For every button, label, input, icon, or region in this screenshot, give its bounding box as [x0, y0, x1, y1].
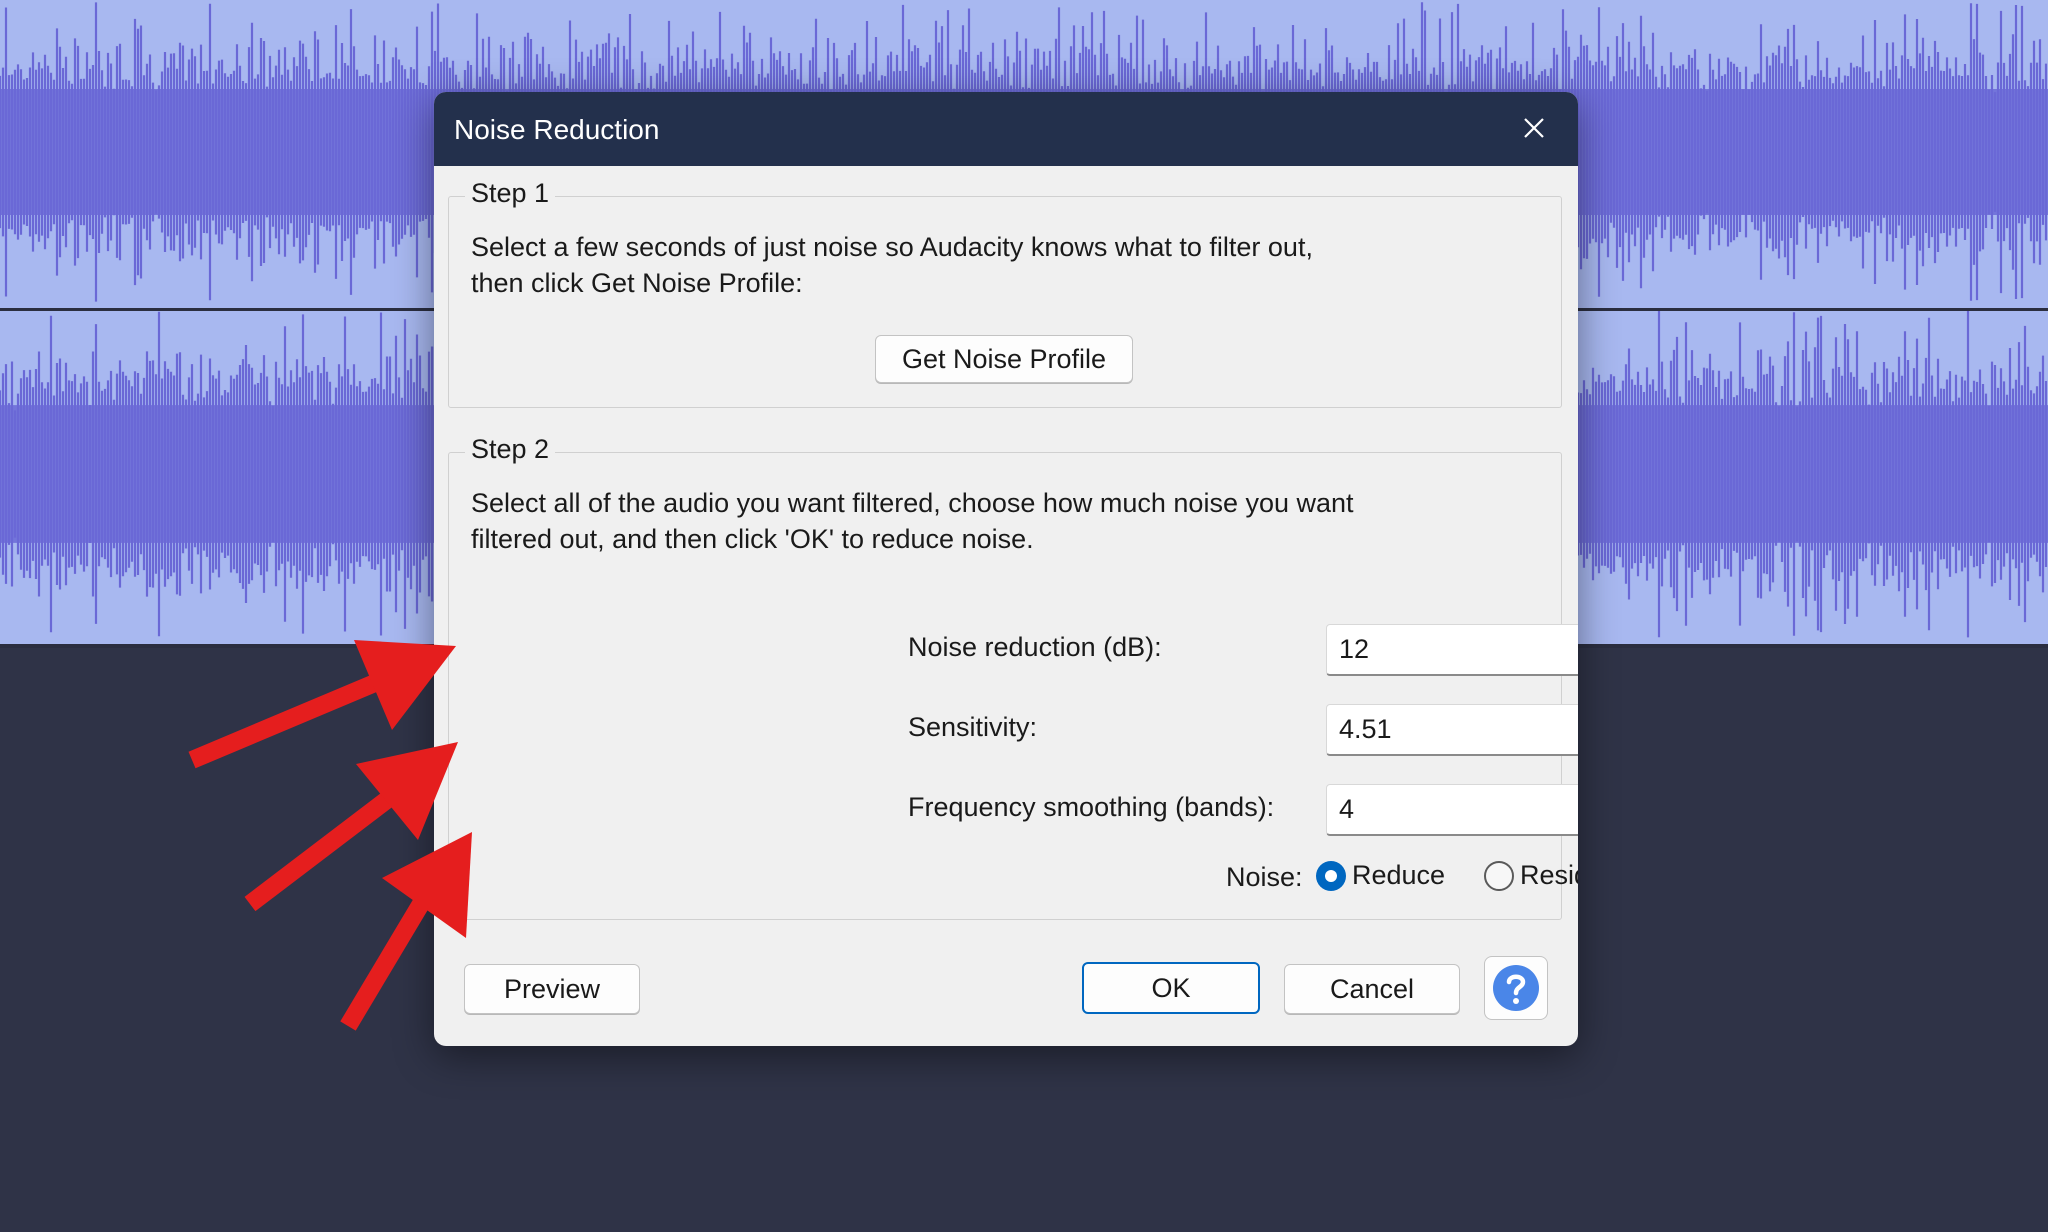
preview-button[interactable]: Preview — [464, 964, 640, 1014]
step2-legend: Step 2 — [465, 434, 556, 465]
cancel-button[interactable]: Cancel — [1284, 964, 1460, 1014]
dialog-title-bar[interactable]: Noise Reduction — [434, 92, 1578, 166]
annotation-arrow — [244, 742, 458, 912]
noise-reduction-label: Noise reduction (dB): — [908, 632, 1162, 662]
ok-button[interactable]: OK — [1082, 962, 1260, 1014]
noise-reduction-input[interactable] — [1326, 624, 1578, 676]
step1-group: Step 1 Select a few seconds of just nois… — [448, 178, 1562, 408]
get-noise-profile-button[interactable]: Get Noise Profile — [875, 335, 1133, 383]
step2-description: Select all of the audio you want filtere… — [471, 488, 1354, 554]
step1-legend: Step 1 — [465, 178, 556, 209]
help-icon — [1493, 965, 1539, 1011]
close-button[interactable] — [1508, 104, 1560, 152]
dialog-title: Noise Reduction — [454, 114, 660, 145]
radio-unselected-indicator — [1484, 860, 1514, 891]
step1-description: Select a few seconds of just noise so Au… — [471, 232, 1313, 298]
noise-reduce-radio[interactable]: Reduce — [1316, 860, 1445, 891]
close-icon — [1524, 118, 1544, 138]
frequency-smoothing-input[interactable] — [1326, 784, 1578, 836]
step2-group: Step 2 Select all of the audio you want … — [448, 434, 1562, 920]
frequency-smoothing-label: Frequency smoothing (bands): — [908, 792, 1275, 822]
annotation-arrow — [188, 640, 456, 769]
noise-residue-radio[interactable]: Residue — [1484, 860, 1578, 891]
noise-mode-label: Noise: — [1226, 862, 1303, 892]
noise-residue-radio-label: Residue — [1520, 860, 1578, 890]
sensitivity-label: Sensitivity: — [908, 712, 1038, 742]
sensitivity-input[interactable] — [1326, 704, 1578, 756]
noise-reduction-dialog: Noise Reduction Step 1 Select a few seco… — [434, 92, 1578, 1046]
noise-reduce-radio-label: Reduce — [1352, 860, 1446, 890]
help-button[interactable] — [1484, 956, 1548, 1020]
radio-selected-indicator — [1316, 860, 1346, 891]
